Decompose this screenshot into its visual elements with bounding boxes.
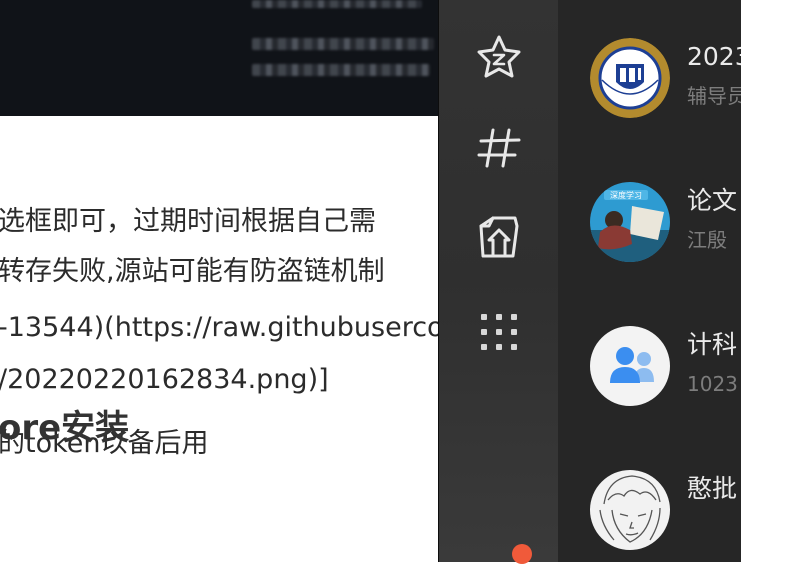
document-line: 选框即可，过期时间根据自己需 xyxy=(0,206,376,237)
background xyxy=(741,0,786,562)
document-body: 选框即可，过期时间根据自己需 转存失败,源站可能有防盗链机制 -13544)(h… xyxy=(0,116,440,562)
topic-hash-icon[interactable] xyxy=(475,124,523,172)
blurred-text xyxy=(252,0,422,8)
chat-name: 论文 xyxy=(687,186,738,215)
study-photo-avatar: 深度学习 xyxy=(590,182,670,262)
chat-preview: 辅导员 xyxy=(687,84,741,108)
chat-list-item[interactable]: 憨批 xyxy=(558,470,741,562)
notification-dot xyxy=(512,544,532,564)
section-heading: ore安装 xyxy=(0,408,130,448)
favorites-star-icon[interactable] xyxy=(475,34,523,82)
document-line: 转存失败,源站可能有防盗链机制 xyxy=(0,256,385,287)
blurred-text xyxy=(252,64,430,76)
chat-app-window: 2023 辅导员 深度学习 论文 江殷 xyxy=(438,0,741,564)
chat-list-item[interactable]: 计科 1023 xyxy=(558,326,741,426)
chat-name: 计科 xyxy=(687,330,738,359)
university-logo-avatar xyxy=(590,38,670,118)
files-icon[interactable] xyxy=(475,214,523,262)
document-line: /20220220162834.png)] xyxy=(0,364,329,395)
chat-name: 憨批 xyxy=(687,474,738,503)
sketch-portrait-avatar xyxy=(590,470,670,550)
blurred-text xyxy=(252,38,434,50)
chat-list-item[interactable]: 深度学习 论文 江殷 xyxy=(558,182,741,282)
chat-list: 2023 辅导员 深度学习 论文 江殷 xyxy=(558,0,741,562)
document-pane: 选框即可，过期时间根据自己需 转存失败,源站可能有防盗链机制 -13544)(h… xyxy=(0,0,440,562)
svg-text:深度学习: 深度学习 xyxy=(610,190,642,200)
sidebar-icon-rail xyxy=(439,0,558,564)
chat-name: 2023 xyxy=(687,42,741,71)
document-header-image xyxy=(0,0,440,116)
chat-preview: 1023 xyxy=(687,372,738,396)
more-apps-grid-icon[interactable] xyxy=(475,308,523,356)
chat-list-item[interactable]: 2023 辅导员 xyxy=(558,38,741,138)
group-avatar xyxy=(590,326,670,406)
chat-preview: 江殷 xyxy=(687,228,727,252)
document-line: -13544)(https://raw.githubuserco xyxy=(0,312,440,343)
